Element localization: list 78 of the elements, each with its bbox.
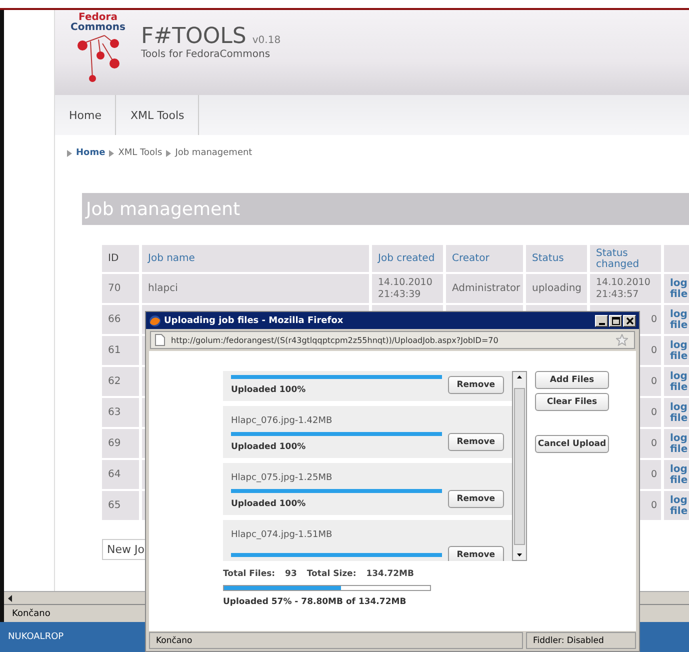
version-label: v0.18 [252, 35, 281, 46]
column-header[interactable]: Creator [446, 245, 523, 272]
close-button[interactable] [623, 314, 636, 326]
log-file-link[interactable]: log file [670, 432, 689, 454]
table-cell: Administrator [446, 274, 523, 303]
log-file-link[interactable]: log file [670, 340, 689, 362]
column-header[interactable]: Job created [372, 245, 443, 272]
minimize-icon [598, 322, 604, 324]
table-cell: 14.10.2010 21:43:39 [372, 274, 443, 303]
maximize-button[interactable] [609, 314, 622, 326]
log-file-link[interactable]: log file [670, 308, 689, 330]
status-text: Končano [12, 608, 50, 618]
column-header[interactable]: Job name [142, 245, 369, 272]
log-file-link[interactable]: log file [670, 464, 689, 486]
column-header[interactable]: Status [526, 245, 587, 272]
log-file-link[interactable]: log file [670, 402, 689, 424]
total-files-value: 93 [285, 569, 297, 579]
window-title: Uploading job files - Mozilla Firefox [164, 316, 344, 326]
remove-button[interactable]: Remove [448, 546, 504, 561]
breadcrumb-arrow-icon [67, 150, 72, 156]
logo-text: Fedora [78, 13, 118, 23]
table-cell: 61 [102, 336, 139, 365]
address-field[interactable]: http://golum:/fedorangest/(S(r43gtlqqptcpm2z55hnqt))/UploadJob.aspx?JobID=70 [150, 331, 635, 349]
table-cell: 70 [102, 274, 139, 303]
table-cell: 66 [102, 305, 139, 334]
table-cell: uploading [526, 274, 587, 303]
table-cell: 63 [102, 398, 139, 427]
star-icon[interactable] [616, 334, 628, 346]
table-cell: 65 [102, 491, 139, 520]
minimize-button[interactable] [595, 314, 608, 326]
action-button[interactable]: Add Files [535, 371, 609, 389]
table-cell: 69 [102, 429, 139, 458]
scroll-thumb[interactable] [514, 388, 525, 544]
log-file-link[interactable]: log file [670, 494, 689, 516]
breadcrumb-arrow-icon [109, 150, 114, 156]
maximize-icon [612, 316, 620, 324]
breadcrumb-arrow-icon [166, 150, 172, 156]
log-file-link[interactable]: log file [670, 370, 689, 392]
table-cell: 14.10.2010 21:43:57 [590, 274, 661, 303]
site-subtitle: Tools for FedoraCommons [141, 49, 272, 60]
breadcrumb-item: Job management [175, 148, 252, 158]
column-header: ID [102, 245, 139, 272]
table-cell: 62 [102, 367, 139, 396]
remove-button[interactable]: Remove [448, 433, 504, 451]
overall-status: Uploaded 57% - 78.80MB of 134.72MB [223, 597, 408, 607]
logo-text: Commons [70, 23, 126, 33]
status-text: Končano [149, 632, 523, 649]
nav-tab[interactable]: Home [55, 95, 116, 135]
page-heading: Job management [82, 193, 689, 225]
logo-dots-icon [76, 35, 120, 82]
page-icon [155, 334, 165, 346]
action-button[interactable]: Clear Files [535, 393, 609, 411]
browser-icon [149, 314, 161, 326]
upload-status: Uploaded 100% [231, 385, 307, 395]
column-header[interactable]: Status changed [590, 245, 661, 272]
action-button[interactable]: Cancel Upload [535, 435, 609, 453]
total-size-label: Total Size: [306, 569, 356, 579]
addon-status: Fiddler: Disabled [526, 632, 636, 649]
scroll-left-icon[interactable] [6, 594, 14, 602]
log-file-link[interactable]: log file [670, 278, 689, 300]
site-title: F#TOOLS [141, 24, 246, 49]
remove-button[interactable]: Remove [448, 490, 504, 508]
vertical-scrollbar[interactable] [512, 371, 527, 561]
close-icon [626, 316, 634, 324]
file-name: Hlapc_074.jpg-1.51MB [231, 529, 334, 540]
file-name: Hlapc_076.jpg-1.42MB [231, 415, 334, 426]
breadcrumb-link[interactable]: Home [76, 148, 106, 158]
taskbar-item[interactable]: NUKOALROP [8, 632, 64, 642]
breadcrumb-item: XML Tools [118, 148, 162, 158]
file-name: Hlapc_075.jpg-1.25MB [231, 472, 334, 483]
upload-status: Uploaded 100% [231, 499, 307, 509]
upload-status: Uploaded 100% [231, 442, 307, 452]
table-cell: 64 [102, 460, 139, 489]
total-size-value: 134.72MB [366, 569, 414, 579]
remove-button[interactable]: Remove [448, 376, 504, 394]
table-cell: hlapci [142, 274, 369, 303]
total-files-label: Total Files: [223, 569, 276, 579]
nav-tab[interactable]: XML Tools [116, 95, 200, 135]
